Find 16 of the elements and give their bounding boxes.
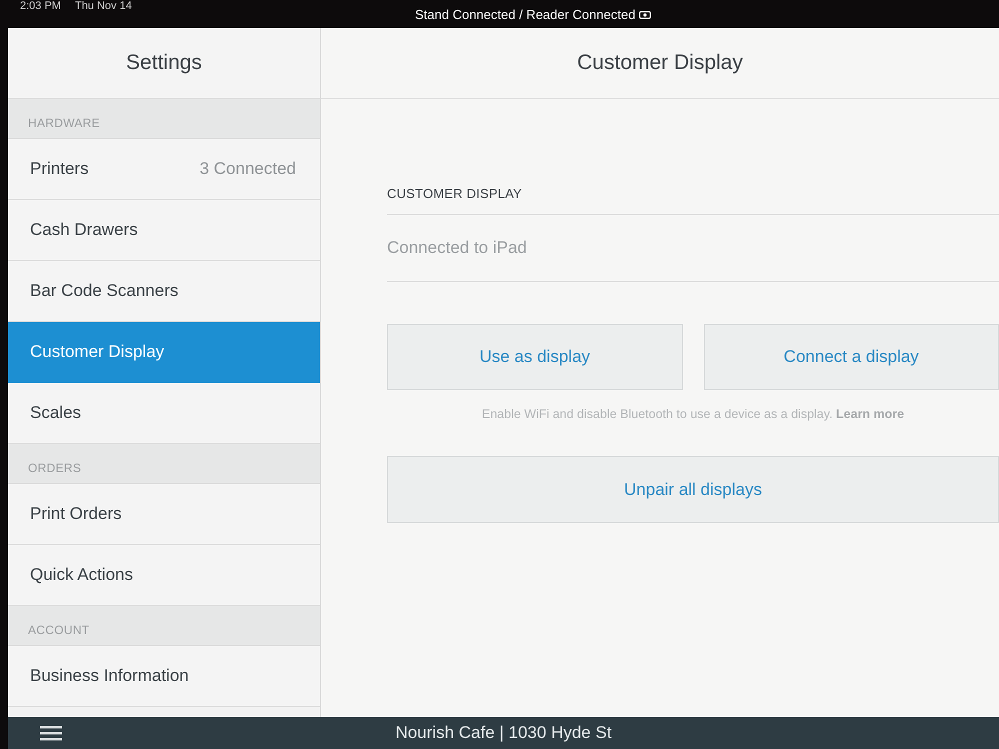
section-label: CUSTOMER DISPLAY <box>387 186 522 201</box>
connection-status: Stand Connected / Reader Connected <box>415 7 636 23</box>
item-detail: 3 Connected <box>200 159 296 179</box>
status-time: 2:03 PM <box>20 0 61 12</box>
status-text: Connected to iPad <box>387 238 527 258</box>
sidebar-title: Settings <box>126 51 202 75</box>
status-date: Thu Nov 14 <box>74 0 132 12</box>
section-label: HARDWARE <box>28 116 100 130</box>
section-label: ACCOUNT <box>28 623 90 637</box>
sidebar-item[interactable]: Customer Display <box>8 322 320 383</box>
section-label: ORDERS <box>28 461 82 475</box>
menu-icon[interactable] <box>40 725 62 741</box>
hint-text: Enable WiFi and disable Bluetooth to use a device as a display. Learn more <box>482 407 904 421</box>
location-title: Nourish Cafe | 1030 Hyde St <box>395 723 612 743</box>
detail-title: Customer Display <box>577 51 743 75</box>
card-icon <box>639 11 652 19</box>
